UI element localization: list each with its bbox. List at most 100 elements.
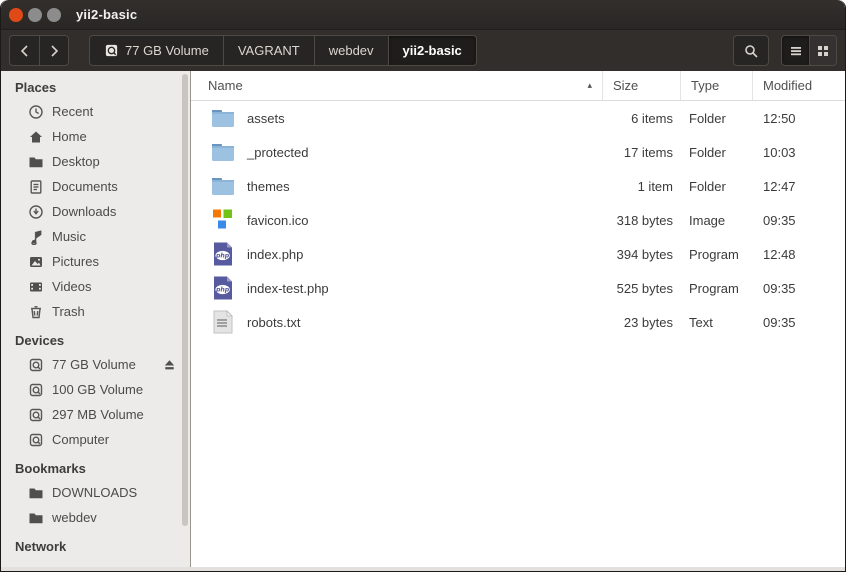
file-row-index-test-php[interactable]: index-test.php 525 bytes Program 09:35 (191, 271, 845, 305)
drive-icon (27, 381, 44, 398)
file-size: 318 bytes (603, 213, 681, 228)
home-icon (27, 128, 44, 145)
file-size: 6 items (603, 111, 681, 126)
sidebar-item-100gb-volume[interactable]: 100 GB Volume (1, 377, 190, 402)
column-header-name[interactable]: Name ▴ (191, 71, 603, 100)
file-name: index-test.php (247, 281, 329, 296)
file-modified: 09:35 (753, 213, 845, 228)
music-note-icon (27, 228, 44, 245)
maximize-button[interactable] (47, 8, 61, 22)
drive-icon (27, 356, 44, 373)
grid-view-icon (815, 43, 831, 59)
column-header-modified[interactable]: Modified (753, 71, 845, 100)
file-modified: 09:35 (753, 281, 845, 296)
file-type: Text (681, 315, 753, 330)
video-icon (27, 278, 44, 295)
sidebar-item-label: Documents (52, 179, 118, 194)
sidebar-item-label: Trash (52, 304, 85, 319)
sidebar-item-computer[interactable]: Computer (1, 427, 190, 452)
file-row-robots-txt[interactable]: robots.txt 23 bytes Text 09:35 (191, 305, 845, 339)
sidebar-item-label: Home (52, 129, 87, 144)
search-button[interactable] (733, 35, 769, 66)
trash-icon (27, 303, 44, 320)
favicon-image-icon (210, 207, 236, 233)
download-icon (27, 203, 44, 220)
folder-icon (210, 139, 236, 165)
sidebar-item-webdev-bookmark[interactable]: webdev (1, 505, 190, 530)
file-list: assets 6 items Folder 12:50 _protected 1… (191, 101, 845, 567)
column-header-size[interactable]: Size (603, 71, 681, 100)
sort-ascending-icon: ▴ (587, 80, 592, 91)
sidebar-section-network: Network (1, 530, 190, 558)
column-label: Modified (763, 78, 812, 93)
sidebar-item-music[interactable]: Music (1, 224, 190, 249)
list-view-button[interactable] (781, 35, 809, 66)
sidebar-item-home[interactable]: Home (1, 124, 190, 149)
breadcrumb-current[interactable]: yii2-basic (389, 35, 477, 66)
breadcrumb-volume[interactable]: 77 GB Volume (89, 35, 224, 66)
toolbar: 77 GB Volume VAGRANT webdev yii2-basic (1, 29, 845, 71)
minimize-button[interactable] (28, 8, 42, 22)
folder-icon (27, 484, 44, 501)
sidebar-item-label: Music (52, 229, 86, 244)
file-row-favicon[interactable]: favicon.ico 318 bytes Image 09:35 (191, 203, 845, 237)
sidebar-item-recent[interactable]: Recent (1, 99, 190, 124)
file-row-themes[interactable]: themes 1 item Folder 12:47 (191, 169, 845, 203)
sidebar-section-bookmarks: Bookmarks (1, 452, 190, 480)
sidebar-item-downloads[interactable]: Downloads (1, 199, 190, 224)
sidebar-item-downloads-bookmark[interactable]: DOWNLOADS (1, 480, 190, 505)
file-row-assets[interactable]: assets 6 items Folder 12:50 (191, 101, 845, 135)
column-label: Name (208, 78, 243, 93)
breadcrumb-webdev[interactable]: webdev (315, 35, 389, 66)
folder-icon (27, 153, 44, 170)
chevron-left-icon (17, 43, 33, 59)
file-type: Folder (681, 179, 753, 194)
sidebar-item-trash[interactable]: Trash (1, 299, 190, 324)
sidebar-item-videos[interactable]: Videos (1, 274, 190, 299)
clock-icon (27, 103, 44, 120)
file-manager-window: yii2-basic 77 GB Volume VAGRANT webdev (0, 0, 846, 572)
file-name: _protected (247, 145, 308, 160)
file-modified: 12:50 (753, 111, 845, 126)
sidebar-item-297mb-volume[interactable]: 297 MB Volume (1, 402, 190, 427)
file-name: robots.txt (247, 315, 300, 330)
column-label: Type (691, 78, 719, 93)
sidebar-item-desktop[interactable]: Desktop (1, 149, 190, 174)
file-name: themes (247, 179, 290, 194)
sidebar-item-label: Downloads (52, 204, 116, 219)
close-button[interactable] (9, 8, 23, 22)
breadcrumb-vagrant[interactable]: VAGRANT (224, 35, 315, 66)
file-type: Program (681, 247, 753, 262)
sidebar-item-label: Recent (52, 104, 93, 119)
file-size: 394 bytes (603, 247, 681, 262)
column-header-type[interactable]: Type (681, 71, 753, 100)
list-view-icon (788, 43, 804, 59)
search-icon (743, 43, 759, 59)
forward-button[interactable] (39, 35, 69, 66)
sidebar-item-label: DOWNLOADS (52, 485, 137, 500)
sidebar-scrollbar-thumb[interactable] (182, 74, 188, 526)
sidebar-item-documents[interactable]: Documents (1, 174, 190, 199)
grid-view-button[interactable] (809, 35, 837, 66)
breadcrumb-label: VAGRANT (238, 43, 300, 58)
folder-icon (210, 105, 236, 131)
drive-icon (27, 431, 44, 448)
sidebar-item-label: Videos (52, 279, 92, 294)
file-size: 23 bytes (603, 315, 681, 330)
back-button[interactable] (9, 35, 39, 66)
sidebar-item-pictures[interactable]: Pictures (1, 249, 190, 274)
breadcrumb-label: 77 GB Volume (125, 43, 209, 58)
drive-icon (104, 43, 119, 58)
file-row-protected[interactable]: _protected 17 items Folder 10:03 (191, 135, 845, 169)
sidebar-item-label: Pictures (52, 254, 99, 269)
file-row-index-php[interactable]: index.php 394 bytes Program 12:48 (191, 237, 845, 271)
column-label: Size (613, 78, 638, 93)
column-headers: Name ▴ Size Type Modified (191, 71, 845, 101)
sidebar-section-places: Places (1, 71, 190, 99)
breadcrumb: 77 GB Volume VAGRANT webdev yii2-basic (89, 35, 477, 66)
text-file-icon (210, 309, 236, 335)
file-size: 17 items (603, 145, 681, 160)
eject-icon[interactable] (162, 357, 177, 372)
sidebar-item-77gb-volume[interactable]: 77 GB Volume (1, 352, 190, 377)
breadcrumb-label: yii2-basic (403, 43, 462, 58)
